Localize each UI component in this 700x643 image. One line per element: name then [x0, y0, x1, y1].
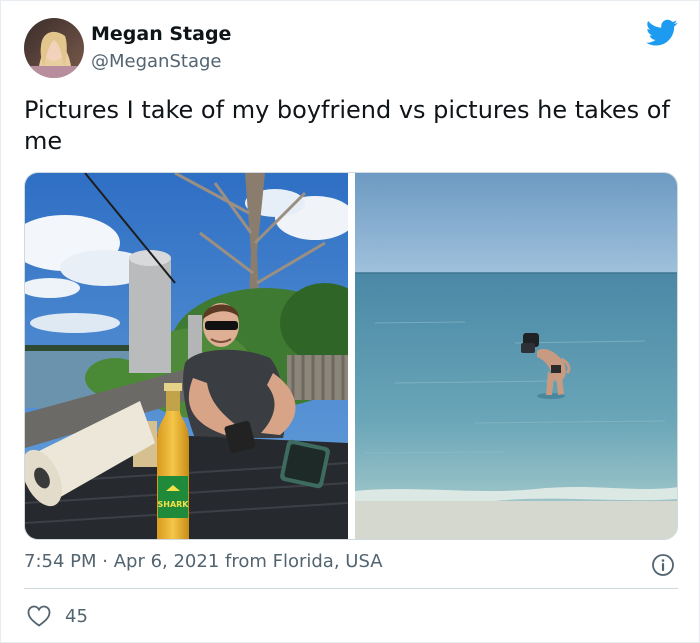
heart-icon[interactable] [27, 605, 51, 627]
meta-separator: · [96, 551, 114, 572]
tweet-text: Pictures I take of my boyfriend vs pictu… [24, 96, 670, 155]
photo-girlfriend[interactable] [355, 173, 677, 539]
bottle-label-text: SHARK [157, 500, 189, 509]
avatar[interactable] [24, 18, 84, 78]
like-count: 45 [65, 606, 88, 627]
media-divider [348, 173, 355, 539]
author-handle[interactable]: @MeganStage [91, 51, 221, 72]
tweet-card: Megan Stage @MeganStage Pictures I take … [0, 0, 700, 643]
tweet-source: from Florida, USA [219, 551, 383, 572]
tweet-date[interactable]: Apr 6, 2021 [114, 551, 220, 572]
twitter-bird-icon[interactable] [646, 19, 678, 47]
tweet-time[interactable]: 7:54 PM [24, 551, 97, 572]
info-icon[interactable] [651, 553, 675, 577]
divider [24, 588, 678, 589]
media-grid: SHARK [24, 172, 678, 540]
tweet-meta: 7:54 PM · Apr 6, 2021 from Florida, USA [24, 551, 383, 572]
author-display-name[interactable]: Megan Stage [91, 23, 231, 45]
photo-boyfriend[interactable]: SHARK [25, 173, 370, 539]
